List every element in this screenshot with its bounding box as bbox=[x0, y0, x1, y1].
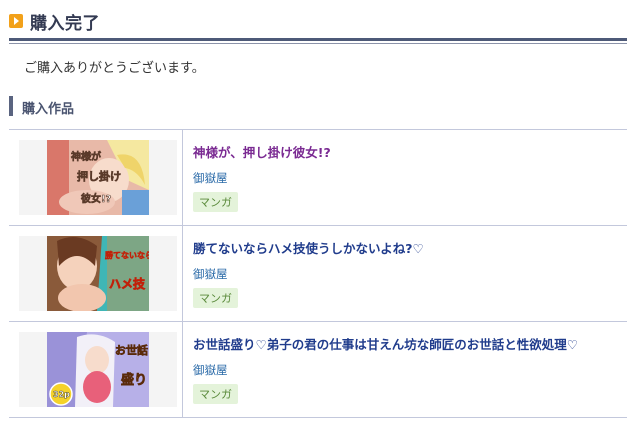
thumbnail-cell: 神様が 押し掛け 彼女!? bbox=[9, 130, 183, 225]
thumbnail-cell: 32p お世話 盛り bbox=[9, 322, 183, 417]
work-title-link[interactable]: 神様が、押し掛け彼女!? bbox=[193, 142, 623, 161]
header-divider-thin bbox=[9, 43, 627, 44]
cover-page-count: 32p bbox=[53, 390, 70, 399]
circle-name-link[interactable]: 御嶽屋 bbox=[193, 362, 623, 378]
cover-title-line3: 彼女!? bbox=[81, 192, 112, 205]
category-badge: マンガ bbox=[193, 384, 238, 404]
work-thumbnail[interactable]: 32p お世話 盛り bbox=[47, 332, 149, 407]
section-title: 購入作品 bbox=[22, 102, 75, 117]
thank-you-message: ご購入ありがとうございます。 bbox=[24, 61, 205, 76]
cover-title-line2: 押し掛け bbox=[77, 169, 121, 183]
cover-title-line2: 盛り bbox=[121, 372, 147, 388]
list-item: 神様が 押し掛け 彼女!? 神様が、押し掛け彼女!? 御嶽屋 マンガ bbox=[9, 130, 627, 226]
page-title: 購入完了 bbox=[30, 14, 100, 34]
work-title-link[interactable]: 勝てないならハメ技使うしかないよね?♡ bbox=[193, 238, 623, 257]
page-header: 購入完了 bbox=[9, 8, 627, 38]
work-info: 神様が、押し掛け彼女!? 御嶽屋 マンガ bbox=[193, 142, 623, 212]
thumbnail-cell: 勝てないなら ハメ技 bbox=[9, 226, 183, 321]
purchased-works-list: 神様が 押し掛け 彼女!? 神様が、押し掛け彼女!? 御嶽屋 マンガ 勝てないな… bbox=[9, 129, 627, 418]
cover-image: 神様が 押し掛け 彼女!? bbox=[47, 140, 149, 215]
cover-title-line1: 勝てないなら bbox=[105, 250, 149, 260]
work-thumbnail[interactable]: 神様が 押し掛け 彼女!? bbox=[47, 140, 149, 215]
cover-image: 勝てないなら ハメ技 bbox=[47, 236, 149, 311]
circle-name-link[interactable]: 御嶽屋 bbox=[193, 266, 623, 282]
cover-title-line1: お世話 bbox=[115, 343, 148, 357]
cover-image: 32p お世話 盛り bbox=[47, 332, 149, 407]
category-badge: マンガ bbox=[193, 192, 238, 212]
cover-title-line2: ハメ技 bbox=[109, 276, 146, 291]
list-item: 勝てないなら ハメ技 勝てないならハメ技使うしかないよね?♡ 御嶽屋 マンガ bbox=[9, 226, 627, 322]
cover-title-line1: 神様が bbox=[71, 150, 102, 163]
work-thumbnail[interactable]: 勝てないなら ハメ技 bbox=[47, 236, 149, 311]
work-title-link[interactable]: お世話盛り♡弟子の君の仕事は甘えん坊な師匠のお世話と性欲処理♡ bbox=[193, 334, 623, 353]
header-divider bbox=[9, 38, 627, 41]
category-badge: マンガ bbox=[193, 288, 238, 308]
circle-name-link[interactable]: 御嶽屋 bbox=[193, 170, 623, 186]
list-item: 32p お世話 盛り お世話盛り♡弟子の君の仕事は甘えん坊な師匠のお世話と性欲処… bbox=[9, 322, 627, 418]
purchase-complete-page: 購入完了 ご購入ありがとうございます。 購入作品 神様が 押し掛け 彼女!? 神… bbox=[0, 0, 627, 424]
work-info: 勝てないならハメ技使うしかないよね?♡ 御嶽屋 マンガ bbox=[193, 238, 623, 308]
play-arrow-icon bbox=[9, 14, 23, 28]
section-marker bbox=[9, 96, 13, 116]
work-info: お世話盛り♡弟子の君の仕事は甘えん坊な師匠のお世話と性欲処理♡ 御嶽屋 マンガ bbox=[193, 334, 623, 404]
